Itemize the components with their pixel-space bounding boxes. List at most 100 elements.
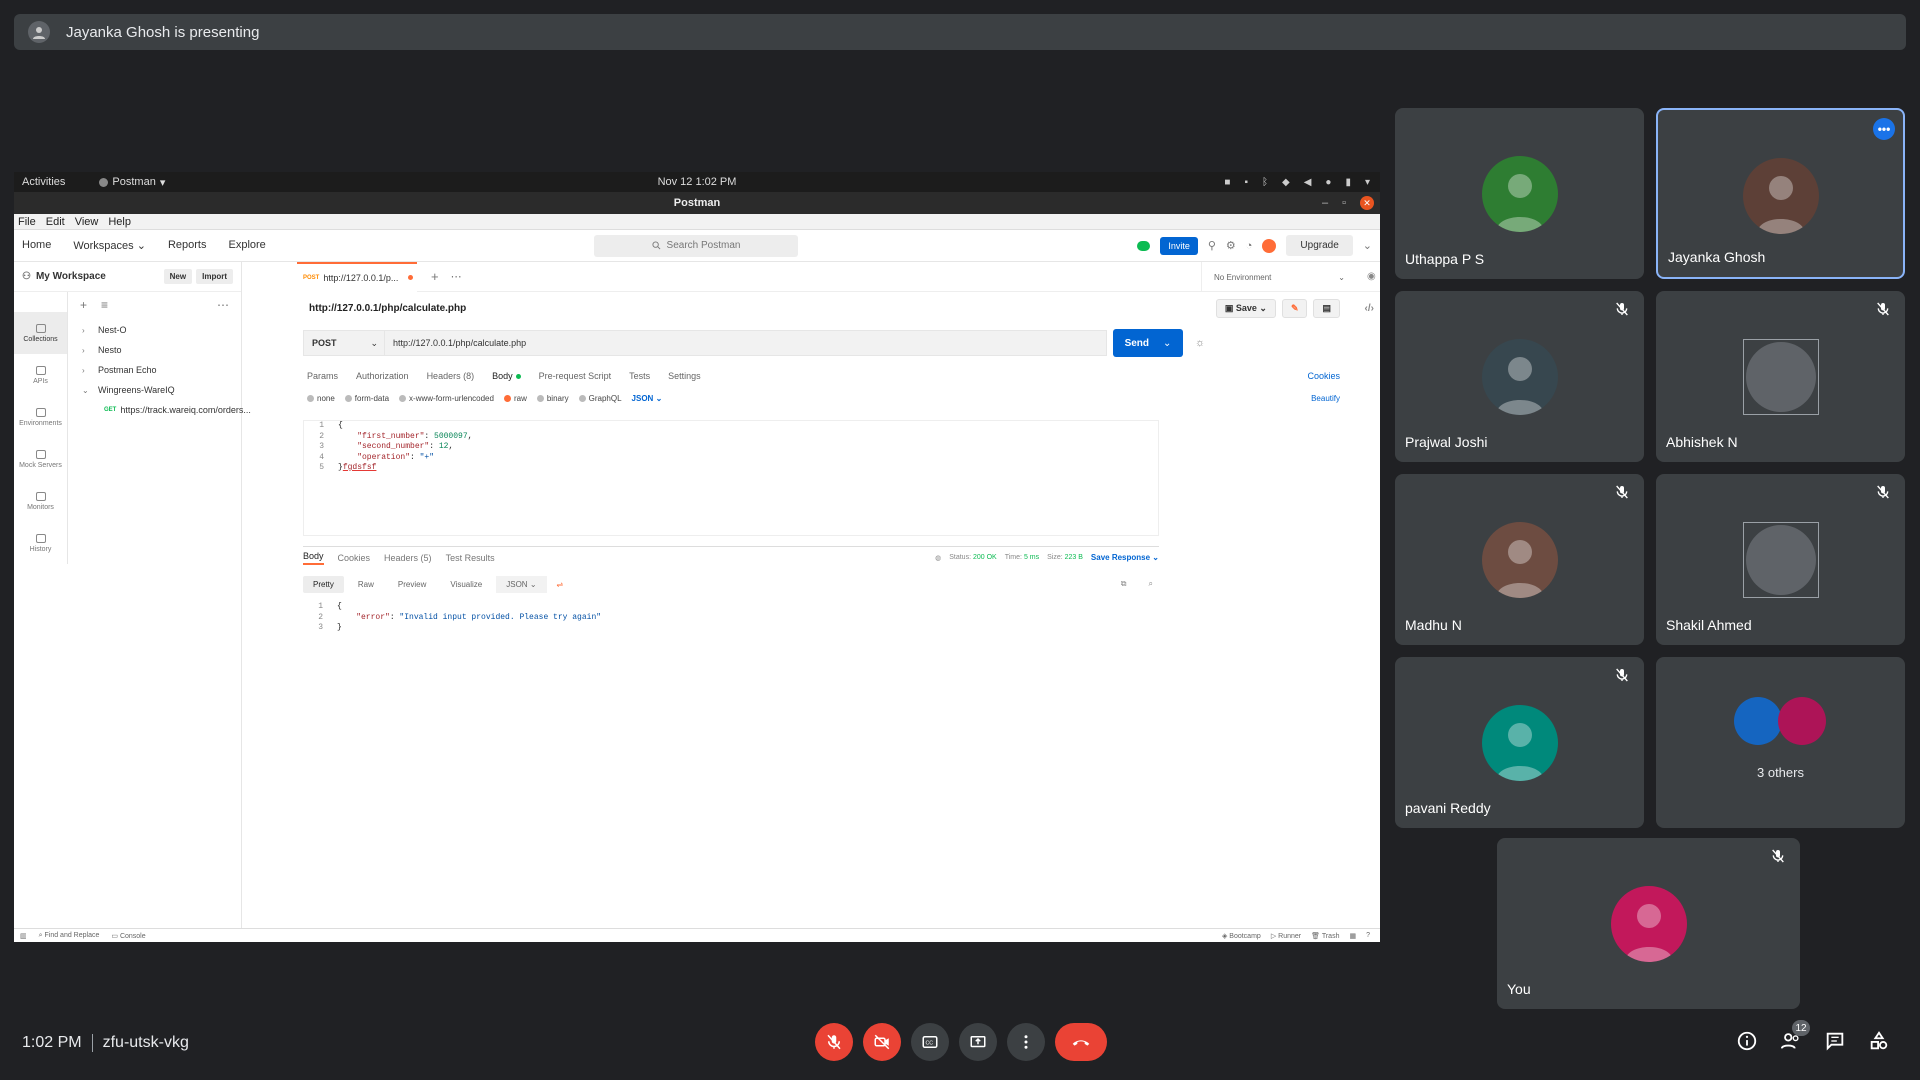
- import-button[interactable]: Import: [196, 269, 233, 284]
- tab-headers[interactable]: Headers (8): [427, 371, 475, 381]
- copy-icon[interactable]: ⧉: [1121, 579, 1127, 589]
- radio-none[interactable]: none: [307, 394, 335, 403]
- save-response-button[interactable]: Save Response ⌄: [1091, 553, 1159, 562]
- system-clock[interactable]: Nov 12 1:02 PM: [658, 176, 737, 188]
- tab-tests[interactable]: Tests: [629, 371, 650, 381]
- globe-icon[interactable]: ◍: [935, 554, 941, 562]
- tab-authorization[interactable]: Authorization: [356, 371, 409, 381]
- response-format-select[interactable]: JSON ⌄: [496, 575, 547, 593]
- rail-collections[interactable]: Collections: [14, 312, 67, 354]
- eye-icon[interactable]: ◉: [1367, 271, 1376, 282]
- menu-file[interactable]: File: [18, 216, 36, 228]
- meeting-details-button[interactable]: [1736, 1030, 1760, 1054]
- workspace-name[interactable]: My Workspace: [36, 271, 106, 282]
- rail-monitors[interactable]: Monitors: [14, 480, 67, 522]
- people-button[interactable]: 12: [1780, 1020, 1810, 1054]
- restore-icon[interactable]: ▫: [1342, 197, 1346, 209]
- layout-icon[interactable]: ▦: [1349, 932, 1356, 940]
- view-visualize[interactable]: Visualize: [440, 576, 492, 593]
- method-select[interactable]: POST ⌄: [303, 330, 385, 356]
- resp-tab-test-results[interactable]: Test Results: [446, 553, 495, 563]
- menu-help[interactable]: Help: [108, 216, 131, 228]
- filter-icon[interactable]: ≡: [101, 298, 108, 312]
- radio-urlencoded[interactable]: x-www-form-urlencoded: [399, 394, 494, 403]
- participant-tile[interactable]: Shakil Ahmed: [1656, 474, 1905, 645]
- participant-tile[interactable]: pavani Reddy: [1395, 657, 1644, 828]
- radio-form-data[interactable]: form-data: [344, 394, 389, 403]
- resp-tab-cookies[interactable]: Cookies: [338, 553, 371, 563]
- radio-binary[interactable]: binary: [536, 394, 569, 403]
- user-avatar-icon[interactable]: [1262, 238, 1277, 253]
- format-select[interactable]: JSON ⌄: [632, 394, 663, 403]
- resp-tab-headers[interactable]: Headers (5): [384, 553, 432, 563]
- request-tab[interactable]: POST http://127.0.0.1/p...: [297, 261, 417, 292]
- nav-reports[interactable]: Reports: [168, 239, 207, 252]
- activities-button[interactable]: Activities: [22, 176, 65, 188]
- tab-pre-request-script[interactable]: Pre-request Script: [539, 371, 612, 381]
- battery-icon[interactable]: ▮: [1345, 177, 1351, 188]
- help-icon[interactable]: ?: [1366, 932, 1370, 940]
- participant-tile[interactable]: Abhishek N: [1656, 291, 1905, 462]
- bootcamp-button[interactable]: ◈ Bootcamp: [1222, 932, 1261, 940]
- nav-explore[interactable]: Explore: [228, 239, 265, 252]
- bluetooth-icon[interactable]: ᛒ: [1262, 177, 1268, 188]
- upgrade-button[interactable]: Upgrade: [1286, 235, 1353, 256]
- more-icon[interactable]: ⋯: [451, 270, 462, 283]
- request-title[interactable]: http://127.0.0.1/php/calculate.php: [309, 303, 466, 314]
- present-button[interactable]: [959, 1023, 997, 1061]
- rail-history[interactable]: History: [14, 522, 67, 564]
- camera-toggle-button[interactable]: [863, 1023, 901, 1061]
- console-button[interactable]: ▭ Console: [111, 932, 145, 940]
- close-icon[interactable]: ✕: [1360, 196, 1374, 210]
- menu-view[interactable]: View: [75, 216, 99, 228]
- more-horizontal-icon[interactable]: •••: [1873, 118, 1895, 140]
- resp-tab-body[interactable]: Body: [303, 551, 324, 565]
- runner-button[interactable]: ▷ Runner: [1271, 932, 1301, 940]
- nav-home[interactable]: Home: [22, 239, 51, 252]
- activities-panel-button[interactable]: [1868, 1030, 1892, 1054]
- request-item[interactable]: GET https://track.wareiq.com/orders...: [68, 400, 251, 420]
- rail-apis[interactable]: APIs: [14, 354, 67, 396]
- response-body-viewer[interactable]: 1{2 "error": "Invalid input provided. Pl…: [303, 602, 1159, 942]
- edit-icon[interactable]: ✎: [1281, 298, 1308, 318]
- participant-tile[interactable]: Prajwal Joshi: [1395, 291, 1644, 462]
- chevron-down-icon[interactable]: ⌄: [1363, 239, 1372, 252]
- system-tray[interactable]: ■ ▪ ᛒ ◆ ◀ ● ▮ ▾: [1224, 177, 1370, 188]
- collection-item[interactable]: › Postman Echo: [68, 360, 241, 380]
- chat-button[interactable]: [1824, 1030, 1848, 1054]
- collection-item[interactable]: › Nest-O: [68, 320, 241, 340]
- mic-toggle-button[interactable]: [815, 1023, 853, 1061]
- search-input[interactable]: Search Postman: [594, 234, 798, 257]
- sync-cloud-icon[interactable]: [1137, 240, 1151, 251]
- tab-body[interactable]: Body: [492, 371, 521, 381]
- shield-icon[interactable]: ■: [1224, 177, 1230, 188]
- code-icon[interactable]: ‹/›: [1365, 303, 1374, 314]
- new-tab-icon[interactable]: +: [431, 269, 439, 284]
- radio-raw[interactable]: raw: [503, 394, 527, 403]
- participant-tile[interactable]: You: [1497, 838, 1800, 1009]
- lightbulb-icon[interactable]: ☼: [1195, 337, 1205, 349]
- environment-select[interactable]: No Environment ⌄: [1201, 262, 1353, 292]
- more-options-button[interactable]: [1007, 1023, 1045, 1061]
- wifi-icon[interactable]: ◆: [1282, 177, 1290, 188]
- files-icon[interactable]: ▪: [1244, 177, 1248, 188]
- participant-tile[interactable]: 3 others: [1656, 657, 1905, 828]
- radio-graphql[interactable]: GraphQL: [578, 394, 622, 403]
- minimize-icon[interactable]: –: [1322, 197, 1328, 209]
- participant-tile[interactable]: Uthappa P S: [1395, 108, 1644, 279]
- tab-params[interactable]: Params: [307, 371, 338, 381]
- more-icon[interactable]: ⋯: [217, 298, 229, 312]
- menu-edit[interactable]: Edit: [46, 216, 65, 228]
- meeting-code[interactable]: zfu-utsk-vkg: [103, 1034, 189, 1052]
- view-pretty[interactable]: Pretty: [303, 575, 344, 593]
- settings-icon[interactable]: ⚙: [1226, 239, 1236, 252]
- request-body-editor[interactable]: 1{2 "first_number": 5000097, 3 "second_nu…: [303, 420, 1159, 536]
- participant-tile[interactable]: Madhu N: [1395, 474, 1644, 645]
- caret-down-icon[interactable]: ▾: [1365, 177, 1370, 188]
- trash-button[interactable]: 🗑 Trash: [1311, 932, 1339, 940]
- send-button[interactable]: Send ⌄: [1113, 329, 1183, 357]
- beautify-link[interactable]: Beautify: [1311, 394, 1340, 403]
- save-button[interactable]: ▣ Save ⌄: [1215, 298, 1276, 318]
- nav-workspaces[interactable]: Workspaces ⌄: [73, 239, 146, 252]
- plus-icon[interactable]: +: [80, 298, 87, 312]
